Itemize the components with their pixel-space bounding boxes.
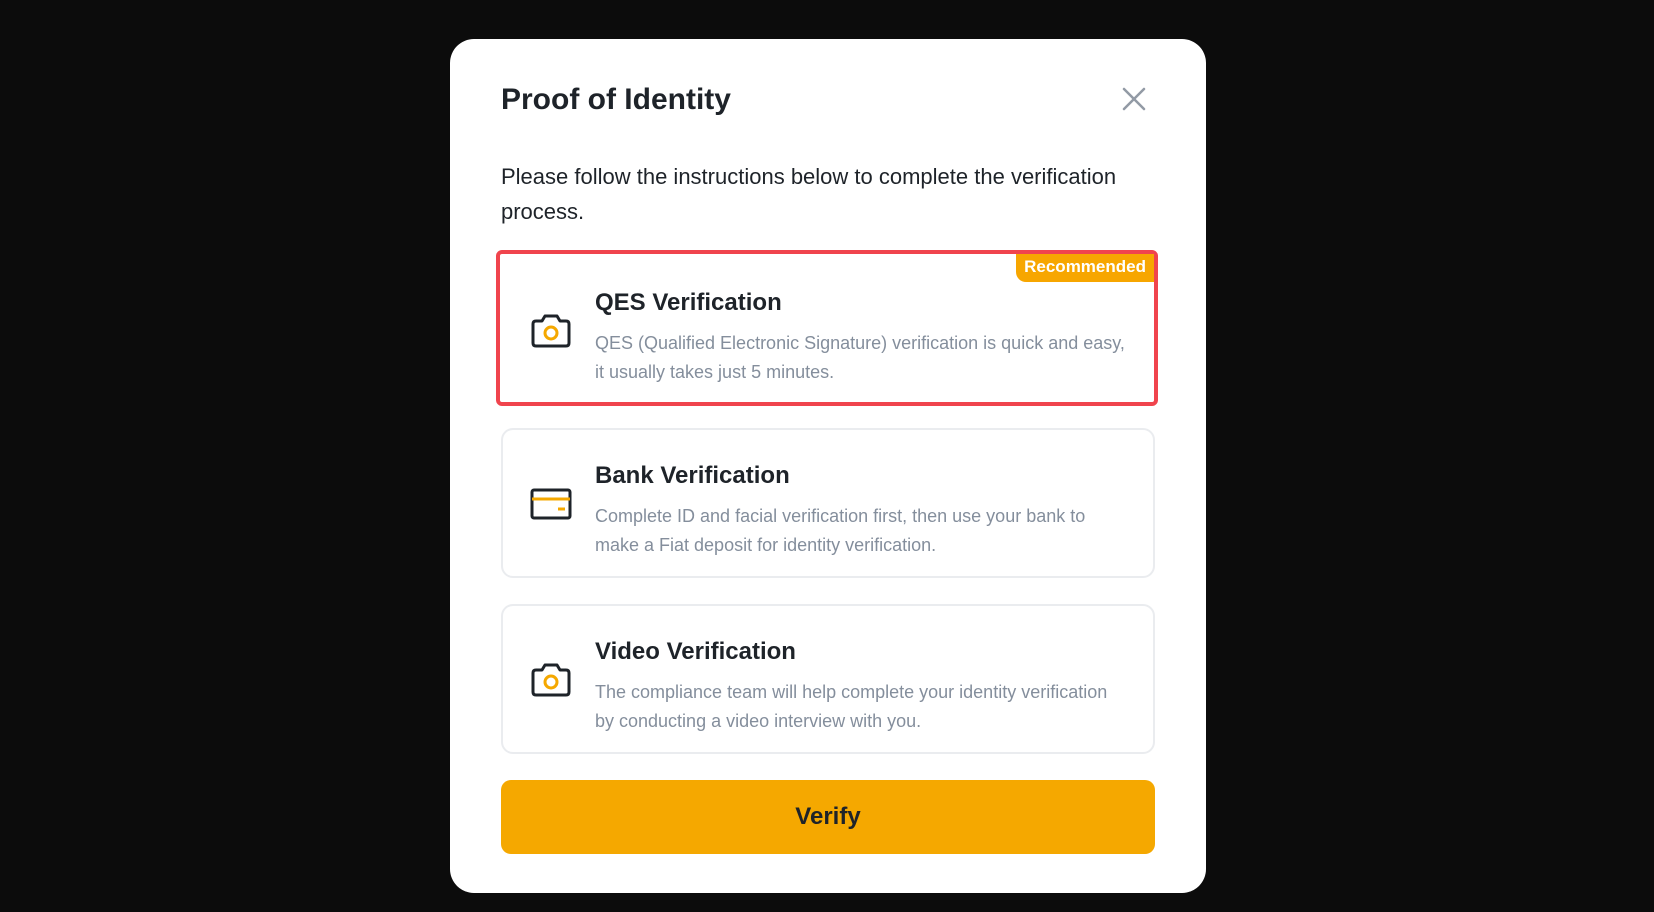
camera-icon [531,314,571,348]
close-icon [1122,87,1146,111]
camera-icon [531,663,571,697]
option-description: Complete ID and facial verification firs… [595,506,1086,555]
card-icon [530,488,572,520]
recommended-badge: Recommended [1016,254,1154,282]
option-title: QES Verification [595,289,782,316]
close-button[interactable] [1114,79,1154,119]
option-description: QES (Qualified Electronic Signature) ver… [595,333,1125,382]
verify-button[interactable]: Verify [501,780,1155,854]
option-title: Bank Verification [595,462,790,489]
option-description: The compliance team will help complete y… [595,682,1108,731]
instructions-text: Please follow the instructions below to … [501,164,1117,224]
option-bank-verification[interactable]: Bank Verification Complete ID and facial… [501,428,1155,578]
option-video-verification[interactable]: Video Verification The compliance team w… [501,604,1155,754]
option-title: Video Verification [595,638,796,665]
modal-title: Proof of Identity [501,83,731,116]
proof-of-identity-modal: Proof of Identity Please follow the inst… [450,39,1206,893]
option-qes-verification[interactable]: Recommended QES Verification QES (Qualif… [496,250,1158,406]
